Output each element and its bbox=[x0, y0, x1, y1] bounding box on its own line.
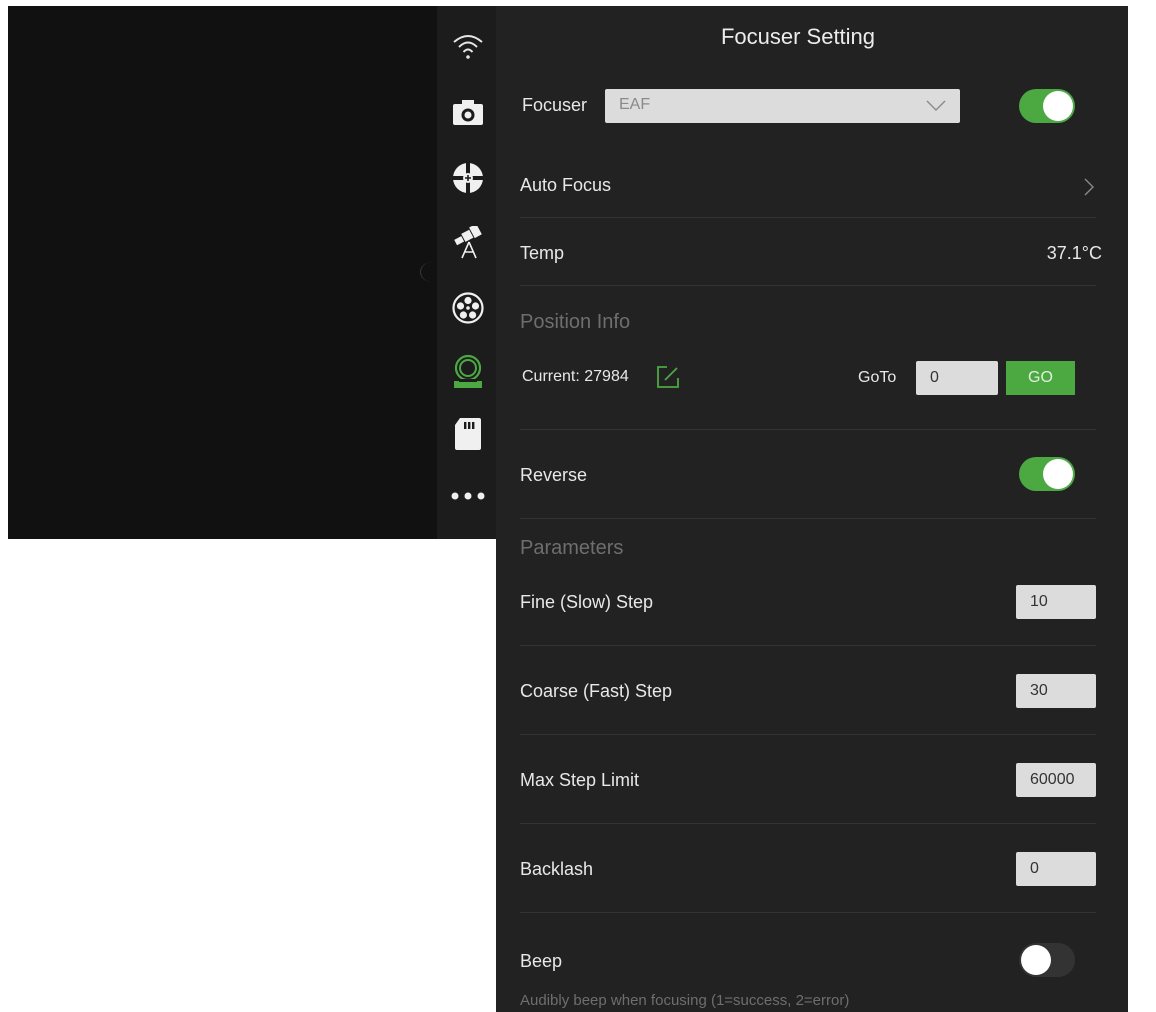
focuser-select-value: EAF bbox=[619, 96, 651, 113]
position-info-heading: Position Info bbox=[520, 311, 631, 333]
go-button[interactable]: GO bbox=[1006, 361, 1075, 395]
focuser-icon[interactable] bbox=[447, 351, 489, 393]
page-title: Focuser Setting bbox=[720, 24, 876, 49]
more-icon[interactable] bbox=[447, 475, 489, 517]
temp-label: Temp bbox=[520, 243, 565, 263]
device-sidebar bbox=[437, 6, 501, 539]
chevron-right-icon bbox=[1084, 178, 1094, 201]
camera-icon[interactable] bbox=[447, 91, 489, 133]
beep-label: Beep bbox=[520, 951, 563, 971]
temp-value: 37.1°C bbox=[1046, 243, 1102, 263]
max-step-input[interactable] bbox=[1016, 763, 1096, 797]
beep-description: Audibly beep when focusing (1=success, 2… bbox=[520, 992, 850, 1009]
parameters-heading: Parameters bbox=[520, 537, 624, 559]
auto-focus-row[interactable]: Auto Focus bbox=[520, 158, 1096, 218]
toggle-knob bbox=[1043, 459, 1073, 489]
beep-toggle[interactable] bbox=[1019, 943, 1075, 977]
focuser-label: Focuser bbox=[522, 95, 588, 115]
max-step-label: Max Step Limit bbox=[520, 770, 640, 790]
temp-row: Temp 37.1°C bbox=[520, 228, 1102, 284]
toggle-knob bbox=[1021, 945, 1051, 975]
divider bbox=[520, 912, 1096, 913]
reverse-label: Reverse bbox=[520, 465, 588, 485]
toggle-knob bbox=[1043, 91, 1073, 121]
fine-step-label: Fine (Slow) Step bbox=[520, 592, 654, 612]
current-position: Current: 27984 bbox=[522, 368, 629, 385]
focuser-settings-panel: Focuser Setting Focuser EAF Auto Focus T… bbox=[496, 6, 1128, 1012]
backlash-row: Backlash bbox=[520, 849, 1096, 909]
image-preview[interactable] bbox=[8, 6, 437, 539]
fine-step-input[interactable] bbox=[1016, 585, 1096, 619]
coarse-step-row: Coarse (Fast) Step bbox=[520, 671, 1096, 731]
goto-input[interactable] bbox=[916, 361, 998, 395]
divider bbox=[520, 518, 1096, 519]
edit-icon[interactable] bbox=[656, 365, 680, 394]
telescope-icon[interactable] bbox=[447, 222, 489, 264]
auto-focus-label: Auto Focus bbox=[520, 175, 612, 195]
coarse-step-input[interactable] bbox=[1016, 674, 1096, 708]
backlash-input[interactable] bbox=[1016, 852, 1096, 886]
focuser-select[interactable]: EAF bbox=[605, 89, 960, 123]
divider bbox=[520, 734, 1096, 735]
fine-step-row: Fine (Slow) Step bbox=[520, 582, 1096, 642]
divider bbox=[520, 429, 1096, 430]
divider bbox=[520, 645, 1096, 646]
chevron-down-icon bbox=[926, 99, 946, 117]
divider bbox=[520, 217, 1096, 218]
focuser-enable-toggle[interactable] bbox=[1019, 89, 1075, 123]
coarse-step-label: Coarse (Fast) Step bbox=[520, 681, 673, 701]
guide-icon[interactable] bbox=[447, 157, 489, 199]
reverse-toggle[interactable] bbox=[1019, 457, 1075, 491]
divider bbox=[520, 823, 1096, 824]
divider bbox=[520, 285, 1096, 286]
wifi-icon[interactable] bbox=[447, 25, 489, 67]
backlash-label: Backlash bbox=[520, 859, 594, 879]
goto-label: GoTo bbox=[858, 369, 897, 386]
sd-card-icon[interactable] bbox=[447, 413, 489, 455]
max-step-row: Max Step Limit bbox=[520, 760, 1096, 820]
filter-wheel-icon[interactable] bbox=[447, 287, 489, 329]
